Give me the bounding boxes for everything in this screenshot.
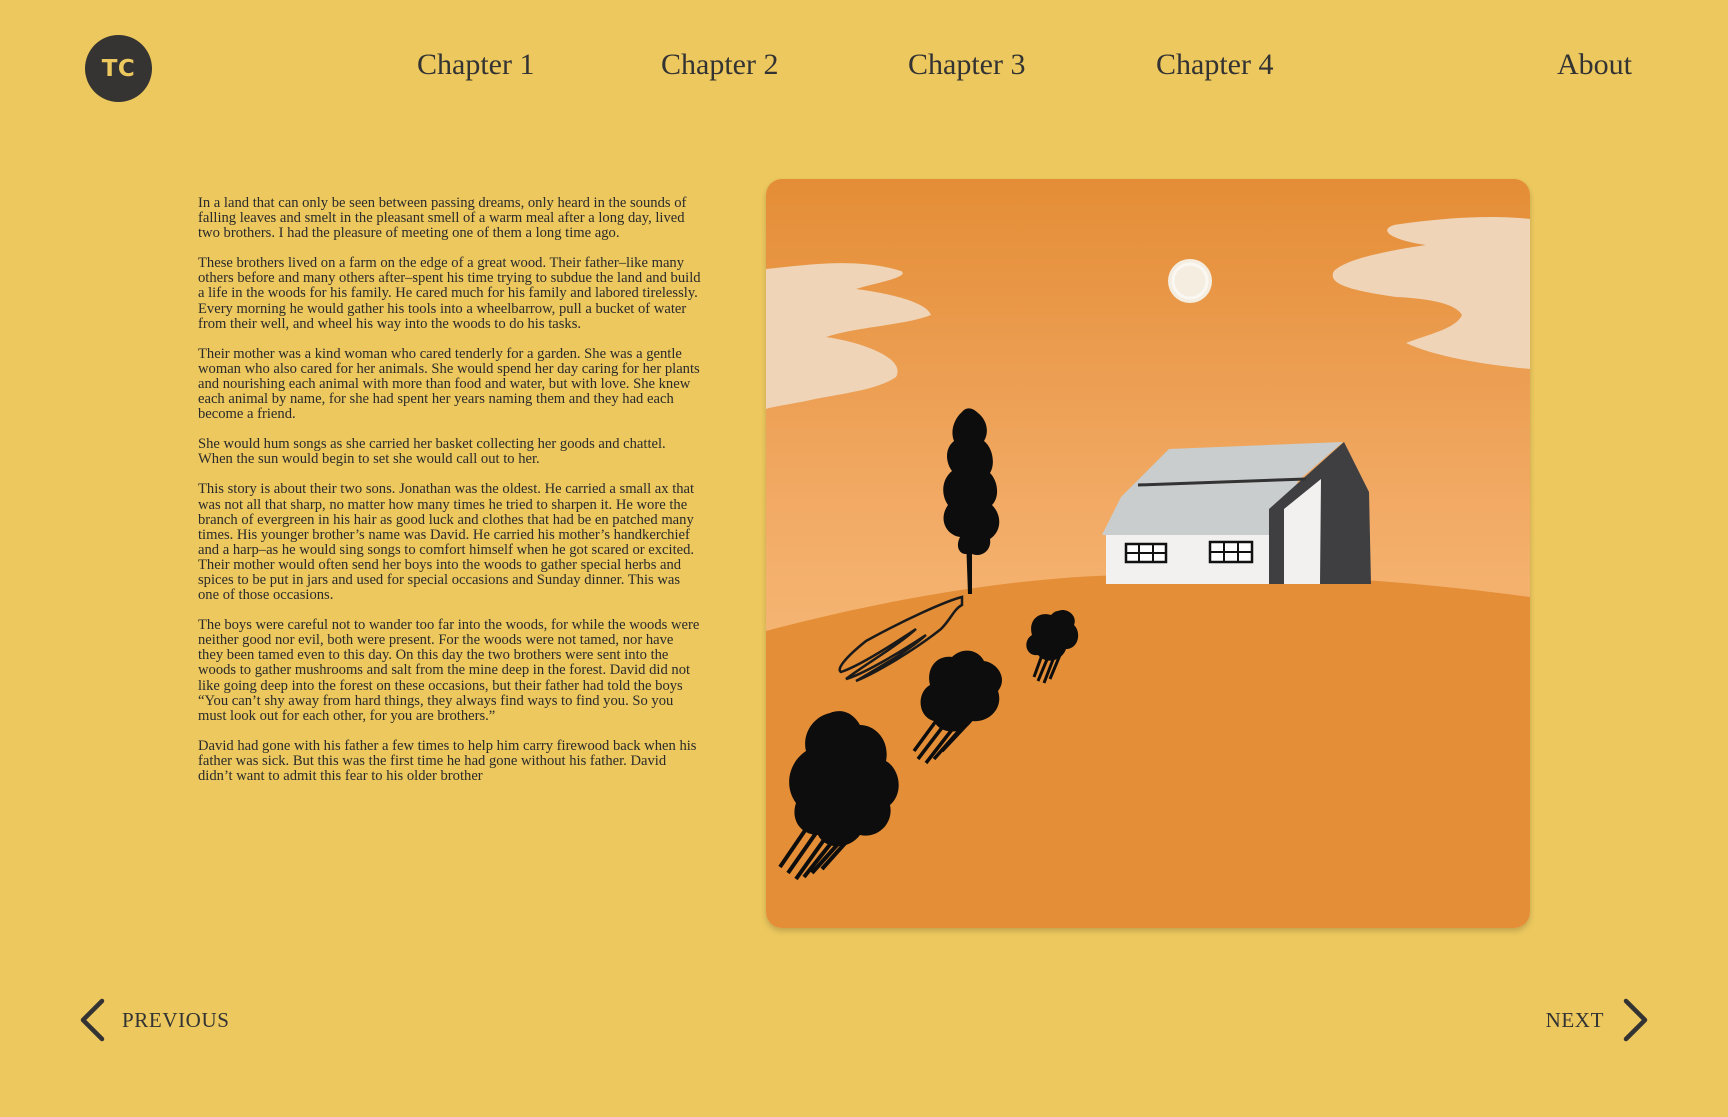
story-paragraph: This story is about their two sons. Jona… (198, 481, 695, 604)
nav-chapter-1[interactable]: Chapter 1 (417, 48, 534, 82)
chevron-left-icon (80, 998, 105, 1042)
story-paragraph: These brothers lived on a farm on the ed… (198, 255, 701, 332)
chevron-right-icon (1623, 998, 1648, 1042)
story-paragraph: In a land that can only be seen between … (198, 195, 687, 242)
nav-chapter-3[interactable]: Chapter 3 (908, 48, 1025, 82)
story-paragraph: She would hum songs as she carried her b… (198, 436, 666, 468)
next-label: NEXT (1545, 1007, 1604, 1032)
house-window-left (1124, 542, 1168, 564)
chapter-nav: Chapter 1 Chapter 2 Chapter 3 Chapter 4 … (0, 48, 1728, 88)
story-text: In a land that can only be seen between … (198, 195, 702, 799)
previous-label: PREVIOUS (122, 1007, 230, 1032)
nav-chapter-4[interactable]: Chapter 4 (1156, 48, 1273, 82)
story-paragraph: David had gone with his father a few tim… (198, 737, 697, 784)
story-paragraph: Their mother was a kind woman who cared … (198, 345, 700, 423)
house-window-right (1208, 540, 1254, 564)
nav-about[interactable]: About (1557, 48, 1632, 82)
previous-button[interactable]: PREVIOUS (78, 998, 229, 1042)
next-button[interactable]: NEXT (1546, 998, 1650, 1042)
nav-chapter-2[interactable]: Chapter 2 (661, 48, 778, 82)
story-illustration (766, 179, 1530, 928)
story-paragraph: The boys were careful not to wander too … (198, 617, 700, 724)
moon (1168, 259, 1212, 303)
